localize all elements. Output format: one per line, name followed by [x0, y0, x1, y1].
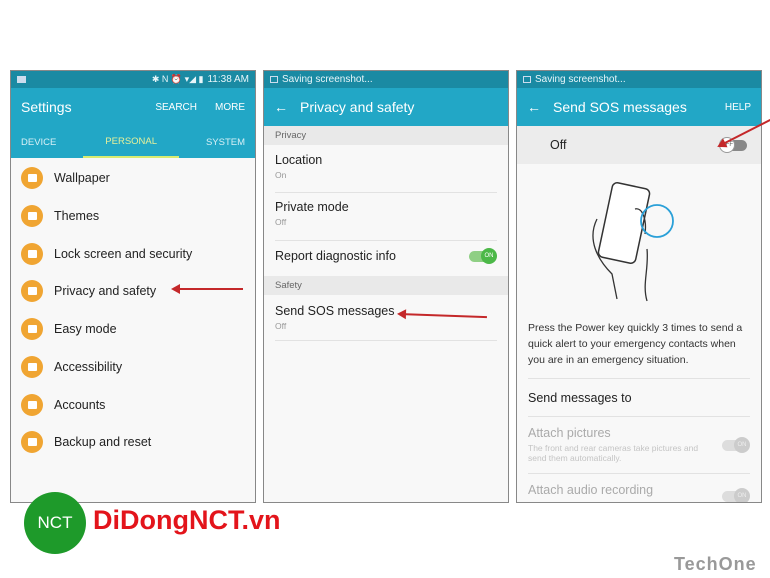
- sos-description: Press the Power key quickly 3 times to s…: [528, 322, 743, 366]
- report-diagnostic-toggle[interactable]: ON: [469, 248, 497, 264]
- screenshot-icon: [270, 76, 278, 83]
- hand-phone-illustration: [592, 182, 674, 302]
- attach-audio-item[interactable]: Attach audio recording ON: [528, 483, 750, 502]
- attach-pictures-toggle[interactable]: ON: [722, 437, 750, 453]
- send-sos-item[interactable]: Send SOS messages Off: [275, 304, 497, 341]
- settings-panel: ✱ N ⏰ ▾◢ ▮ 11:38 AM Settings SEARCH MORE…: [10, 70, 256, 503]
- app-bar: Settings SEARCH MORE: [11, 88, 255, 126]
- section-safety: Safety: [264, 276, 508, 295]
- attach-pictures-item[interactable]: Attach pictures The front and rear camera…: [528, 426, 750, 474]
- didongnct-logo-badge: NCT: [24, 492, 86, 554]
- location-item[interactable]: Location On: [275, 153, 497, 193]
- lock-icon: [21, 243, 43, 265]
- report-diagnostic-item[interactable]: Report diagnostic info ON: [275, 248, 497, 277]
- settings-item-lock-screen[interactable]: Lock screen and security: [21, 243, 192, 265]
- send-messages-to-item[interactable]: Send messages to: [528, 378, 750, 417]
- tab-system[interactable]: SYSTEM: [206, 137, 245, 148]
- attach-audio-toggle[interactable]: ON: [722, 488, 750, 502]
- didongnct-logo: DiDongNCT.vn: [93, 505, 281, 535]
- status-icons: ✱ N ⏰ ▾◢ ▮: [151, 74, 204, 84]
- page-title: Send SOS messages: [553, 99, 687, 115]
- menu-icon: [17, 76, 26, 83]
- hand-icon: [21, 356, 43, 378]
- settings-item-accounts[interactable]: Accounts: [21, 394, 105, 416]
- themes-icon: [21, 205, 43, 227]
- settings-item-privacy[interactable]: Privacy and safety: [21, 280, 156, 302]
- back-arrow-icon[interactable]: ←: [274, 99, 288, 115]
- page-title: Settings: [21, 99, 72, 115]
- help-button[interactable]: HELP: [725, 102, 751, 113]
- search-button[interactable]: SEARCH: [155, 102, 197, 113]
- back-arrow-icon[interactable]: ←: [527, 99, 541, 115]
- home-icon: [21, 318, 43, 340]
- status-bar: Saving screenshot...: [264, 71, 508, 88]
- page-title: Privacy and safety: [300, 99, 415, 115]
- privacy-panel: Saving screenshot... ← Privacy and safet…: [263, 70, 509, 503]
- section-privacy: Privacy: [264, 126, 508, 145]
- app-bar: ← Send SOS messages HELP: [517, 88, 761, 126]
- annotation-arrow: [171, 284, 243, 294]
- tab-bar: DEVICE PERSONAL SYSTEM: [11, 126, 255, 158]
- techone-logo: TechOne: [674, 554, 757, 574]
- settings-item-wallpaper[interactable]: Wallpaper: [21, 167, 110, 189]
- key-icon: [21, 394, 43, 416]
- privacy-icon: [21, 280, 43, 302]
- app-bar: ← Privacy and safety: [264, 88, 508, 126]
- status-bar: ✱ N ⏰ ▾◢ ▮ 11:38 AM: [11, 71, 255, 88]
- tab-personal[interactable]: PERSONAL: [83, 126, 180, 158]
- wallpaper-icon: [21, 167, 43, 189]
- tab-device[interactable]: DEVICE: [21, 137, 56, 148]
- backup-icon: [21, 431, 43, 453]
- sos-panel: Saving screenshot... ← Send SOS messages…: [516, 70, 762, 503]
- more-button[interactable]: MORE: [215, 102, 245, 113]
- settings-item-accessibility[interactable]: Accessibility: [21, 356, 122, 378]
- status-bar: Saving screenshot...: [517, 71, 761, 88]
- settings-item-themes[interactable]: Themes: [21, 205, 99, 227]
- status-time: 11:38 AM: [207, 74, 249, 85]
- screenshot-icon: [523, 76, 531, 83]
- settings-item-backup[interactable]: Backup and reset: [21, 431, 151, 453]
- private-mode-item[interactable]: Private mode Off: [275, 200, 497, 241]
- settings-item-easy-mode[interactable]: Easy mode: [21, 318, 117, 340]
